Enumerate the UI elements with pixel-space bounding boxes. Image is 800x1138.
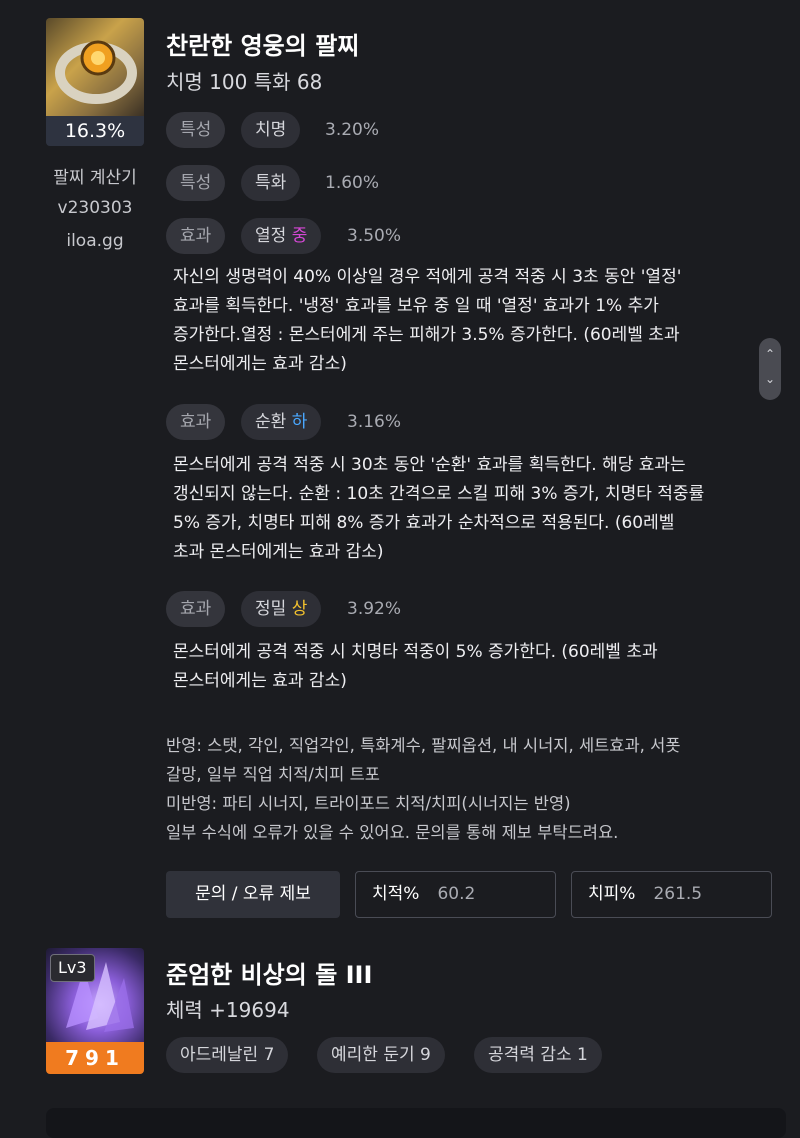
bracelet-image: [46, 18, 144, 116]
calculator-title: 팔찌 계산기: [53, 168, 137, 188]
stone-thumbnail: Lv3 791: [46, 948, 144, 1074]
stone-name: 준엄한 비상의 돌 III: [166, 961, 373, 989]
calculator-version: v230303: [57, 198, 133, 218]
effect-description: 몬스터에게 공격 적중 시 치명타 적중이 5% 증가한다. (60레벨 초과 …: [173, 642, 658, 691]
row-value: 3.20%: [325, 120, 380, 140]
row-name-badge: 순환 하: [241, 404, 322, 440]
chevron-up-icon[interactable]: ⌃: [759, 347, 781, 361]
engraving-badge: 예리한 둔기 9: [317, 1037, 445, 1073]
row-kind-badge: 특성: [166, 165, 226, 201]
crit-damage-label: 치피%: [588, 884, 636, 904]
report-button[interactable]: 문의 / 오류 제보: [166, 871, 340, 918]
row-kind-badge: 특성: [166, 112, 226, 148]
effect-name: 순환: [255, 412, 287, 432]
stone-stat: 체력 +19694: [166, 998, 290, 1022]
effect-description: 자신의 생명력이 40% 이상일 경우 적에게 공격 적중 시 3초 동안 '열…: [173, 267, 682, 374]
row-value: 1.60%: [325, 173, 380, 193]
crit-damage-value: 261.5: [653, 884, 703, 904]
bracelet-stats: 치명 100 특화 68: [166, 70, 323, 94]
effect-name: 열정: [255, 226, 287, 246]
row-name-badge: 치명: [241, 112, 301, 148]
engraving-badge: 공격력 감소 1: [474, 1037, 602, 1073]
row-value: 3.50%: [347, 226, 402, 246]
row-name-badge: 특화: [241, 165, 301, 201]
row-name-badge: 열정 중: [241, 218, 322, 254]
bracelet-percent: 16.3%: [46, 116, 144, 146]
crit-rate-label: 치적%: [372, 884, 420, 904]
stone-level-badge: Lv3: [50, 954, 95, 982]
bracelet-name: 찬란한 영웅의 팔찌: [166, 32, 360, 60]
row-value: 3.16%: [347, 412, 402, 432]
engraving-badge: 아드레날린 7: [166, 1037, 289, 1073]
row-kind-badge: 효과: [166, 591, 226, 627]
effect-grade: 상: [291, 599, 308, 619]
crit-rate-field[interactable]: 치적% 60.2: [355, 871, 556, 918]
row-value: 3.92%: [347, 599, 402, 619]
bracelet-thumbnail: 16.3%: [46, 18, 144, 146]
effect-name: 정밀: [255, 599, 287, 619]
scroll-control[interactable]: ⌃ ⌄: [759, 338, 781, 400]
notes: 반영: 스탯, 각인, 직업각인, 특화계수, 팔찌옵션, 내 시너지, 세트효…: [166, 736, 681, 842]
effect-description: 몬스터에게 공격 적중 시 30초 동안 '순환' 효과를 획득한다. 해당 효…: [173, 455, 705, 562]
row-kind-badge: 효과: [166, 404, 226, 440]
next-card: [46, 1108, 786, 1138]
crit-rate-value: 60.2: [437, 884, 476, 904]
calculator-site: iloa.gg: [66, 231, 124, 251]
crit-damage-field[interactable]: 치피% 261.5: [571, 871, 772, 918]
effect-grade: 하: [291, 412, 308, 432]
stone-number: 791: [46, 1042, 144, 1074]
row-kind-badge: 효과: [166, 218, 226, 254]
effect-grade: 중: [291, 226, 308, 246]
chevron-down-icon[interactable]: ⌄: [759, 372, 781, 386]
row-name-badge: 정밀 상: [241, 591, 322, 627]
